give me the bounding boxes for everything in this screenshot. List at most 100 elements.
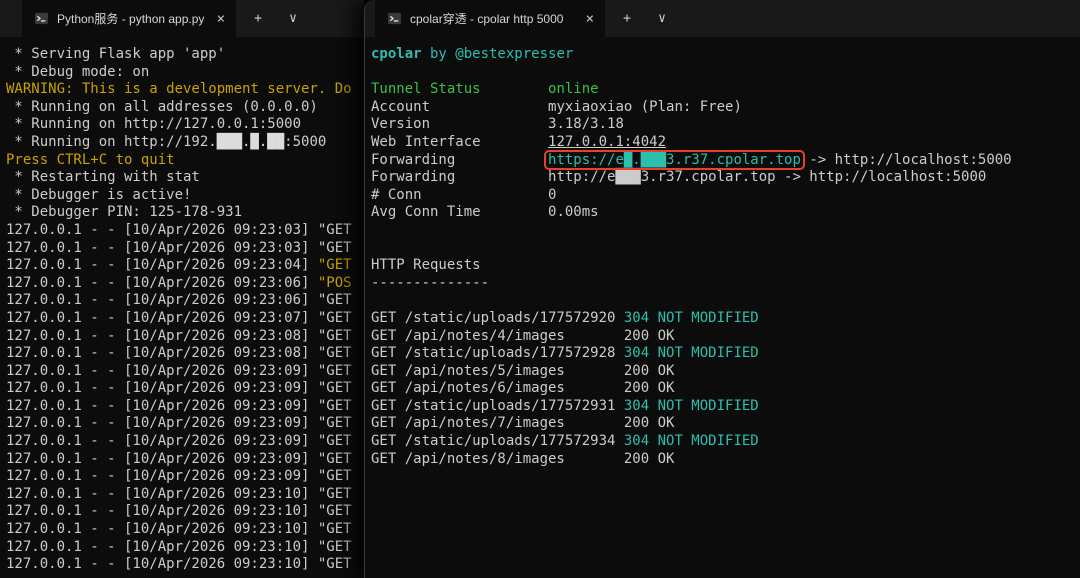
terminal-text: "POS xyxy=(317,274,352,291)
terminal-line: GET /api/notes/4/images 200 OK xyxy=(371,328,1080,346)
tab-dropdown-button[interactable]: ∨ xyxy=(649,0,675,37)
terminal-text: 3.18/3.18 xyxy=(548,116,624,133)
tab-dropdown-button[interactable]: ∨ xyxy=(280,0,306,37)
terminal-icon xyxy=(387,12,402,25)
terminal-line: * Debugger PIN: 125-178-931 xyxy=(6,204,364,222)
terminal-text: "GET xyxy=(317,415,352,432)
tab-python-server[interactable]: Python服务 - python app.py × xyxy=(22,0,236,37)
terminal-text: 200 OK xyxy=(623,415,675,432)
terminal-text: "GET xyxy=(317,257,352,274)
cpolar-terminal-window: cpolar穿透 - cpolar http 5000 × + ∨ cpolar… xyxy=(364,0,1080,578)
terminal-line: GET /api/notes/7/images 200 OK xyxy=(371,415,1080,433)
tab-close-icon[interactable]: × xyxy=(581,11,599,27)
terminal-text: -------------- xyxy=(371,274,490,291)
terminal-text: Version xyxy=(371,116,549,133)
terminal-line: 127.0.0.1 - - [10/Apr/2026 09:23:03] "GE… xyxy=(6,240,364,258)
terminal-line: 127.0.0.1 - - [10/Apr/2026 09:23:07] "GE… xyxy=(6,310,364,328)
flask-terminal-output[interactable]: * Serving Flask app 'app' * Debug mode: … xyxy=(0,37,364,578)
terminal-text: GET /api/notes/7/images xyxy=(371,415,624,432)
terminal-line: Press CTRL+C to quit xyxy=(6,152,364,170)
terminal-line: cpolar by @bestexpresser xyxy=(371,46,1080,64)
terminal-text: Account xyxy=(371,98,549,115)
terminal-text: cpolar xyxy=(371,46,422,62)
terminal-text: 127.0.0.1 - - [10/Apr/2026 09:23:04] xyxy=(6,257,318,274)
forwarding-url-http: http://e███3.r37.cpolar.top -> http://lo… xyxy=(548,169,987,186)
terminal-text: Forwarding xyxy=(371,151,549,168)
cpolar-terminal-output[interactable]: cpolar by @bestexpresser Tunnel Status on… xyxy=(365,37,1080,578)
terminal-text: HTTP Requests xyxy=(371,257,481,274)
terminal-text: "GET xyxy=(317,433,352,450)
terminal-line: * Running on all addresses (0.0.0.0) xyxy=(6,99,364,117)
terminal-line: * Restarting with stat xyxy=(6,169,364,187)
terminal-text: 127.0.0.1 - - [10/Apr/2026 09:23:09] xyxy=(6,450,318,467)
left-tab-bar: Python服务 - python app.py × + ∨ xyxy=(0,0,364,37)
terminal-line: -------------- xyxy=(371,275,1080,293)
terminal-text: "GET xyxy=(317,239,352,256)
terminal-text: * Restarting with stat xyxy=(6,169,200,186)
terminal-line: GET /static/uploads/177572931 304 NOT MO… xyxy=(371,398,1080,416)
terminal-line: 127.0.0.1 - - [10/Apr/2026 09:23:10] "GE… xyxy=(6,556,364,574)
terminal-text: 127.0.0.1 - - [10/Apr/2026 09:23:08] xyxy=(6,345,318,362)
forwarding-url-https: https://e█.███3.r37.cpolar.top xyxy=(548,151,801,168)
web-interface-address: 127.0.0.1:4042 xyxy=(548,133,667,150)
terminal-line: 127.0.0.1 - - [10/Apr/2026 09:23:10] "GE… xyxy=(6,486,364,504)
terminal-line: * Serving Flask app 'app' xyxy=(6,46,364,64)
terminal-line: 127.0.0.1 - - [10/Apr/2026 09:23:09] "GE… xyxy=(6,363,364,381)
terminal-line: 127.0.0.1 - - [10/Apr/2026 09:23:09] "GE… xyxy=(6,398,364,416)
terminal-text: "GET xyxy=(317,309,352,326)
terminal-text: 127.0.0.1 - - [10/Apr/2026 09:23:09] xyxy=(6,397,318,414)
terminal-line: Avg Conn Time 0.00ms xyxy=(371,204,1080,222)
terminal-text: -> http://localhost:5000 xyxy=(800,151,1012,168)
terminal-line: GET /static/uploads/177572928 304 NOT MO… xyxy=(371,345,1080,363)
terminal-text: 127.0.0.1 - - [10/Apr/2026 09:23:08] xyxy=(6,327,318,344)
terminal-text: GET /static/uploads/177572931 xyxy=(371,397,624,414)
terminal-text: 127.0.0.1 - - [10/Apr/2026 09:23:09] xyxy=(6,362,318,379)
terminal-text: * Running on all addresses (0.0.0.0) xyxy=(6,98,318,115)
terminal-line: GET /api/notes/8/images 200 OK xyxy=(371,451,1080,469)
terminal-text: "GET xyxy=(317,503,352,520)
terminal-line: 127.0.0.1 - - [10/Apr/2026 09:23:10] "GE… xyxy=(6,539,364,557)
right-tab-bar: cpolar穿透 - cpolar http 5000 × + ∨ xyxy=(365,0,1080,37)
tab-cpolar[interactable]: cpolar穿透 - cpolar http 5000 × xyxy=(375,0,605,37)
tab-close-icon[interactable]: × xyxy=(212,11,230,27)
terminal-text: 127.0.0.1 - - [10/Apr/2026 09:23:10] xyxy=(6,521,318,538)
terminal-line: * Debug mode: on xyxy=(6,64,364,82)
tab-title: cpolar穿透 - cpolar http 5000 xyxy=(410,12,564,26)
terminal-text: "GET xyxy=(317,397,352,414)
terminal-text: Forwarding xyxy=(371,169,549,186)
terminal-text: myxiaoxiao (Plan: Free) xyxy=(548,98,742,115)
terminal-text: 127.0.0.1 - - [10/Apr/2026 09:23:09] xyxy=(6,468,318,485)
terminal-line: 127.0.0.1 - - [10/Apr/2026 09:23:09] "GE… xyxy=(6,380,364,398)
terminal-text: 127.0.0.1 - - [10/Apr/2026 09:23:09] xyxy=(6,433,318,450)
terminal-text: GET /static/uploads/177572934 xyxy=(371,433,624,450)
terminal-text: 127.0.0.1 - - [10/Apr/2026 09:23:03] xyxy=(6,221,318,238)
terminal-text: 127.0.0.1 - - [10/Apr/2026 09:23:10] xyxy=(6,503,318,520)
terminal-line: 127.0.0.1 - - [10/Apr/2026 09:23:09] "GE… xyxy=(6,433,364,451)
terminal-line: 127.0.0.1 - - [10/Apr/2026 09:23:04] "GE… xyxy=(6,257,364,275)
terminal-text: GET /api/notes/8/images xyxy=(371,450,624,467)
terminal-line: Account myxiaoxiao (Plan: Free) xyxy=(371,99,1080,117)
terminal-line: 127.0.0.1 - - [10/Apr/2026 09:23:06] "PO… xyxy=(6,275,364,293)
terminal-text: Avg Conn Time xyxy=(371,204,549,221)
terminal-line: 127.0.0.1 - - [10/Apr/2026 09:23:09] "GE… xyxy=(6,415,364,433)
terminal-line: WARNING: This is a development server. D… xyxy=(6,81,364,99)
terminal-text: 200 OK xyxy=(623,450,675,467)
terminal-line: Forwarding https://e█.███3.r37.cpolar.to… xyxy=(371,152,1080,170)
terminal-line: * Debugger is active! xyxy=(6,187,364,205)
new-tab-button[interactable]: + xyxy=(614,0,640,37)
terminal-text: GET /api/notes/5/images xyxy=(371,362,624,379)
terminal-text: * Debugger PIN: 125-178-931 xyxy=(6,204,243,221)
terminal-line: GET /api/notes/6/images 200 OK xyxy=(371,380,1080,398)
terminal-text: 127.0.0.1 - - [10/Apr/2026 09:23:09] xyxy=(6,415,318,432)
terminal-text: "GET xyxy=(317,538,352,555)
terminal-line: GET /api/notes/5/images 200 OK xyxy=(371,363,1080,381)
terminal-text: ███.█.██ xyxy=(216,133,285,150)
terminal-line: * Running on http://192.███.█.██:5000 xyxy=(6,134,364,152)
terminal-text: 0.00ms xyxy=(548,204,599,221)
new-tab-button[interactable]: + xyxy=(245,0,271,37)
terminal-line: 127.0.0.1 - - [10/Apr/2026 09:23:08] "GE… xyxy=(6,345,364,363)
terminal-line: 127.0.0.1 - - [10/Apr/2026 09:23:08] "GE… xyxy=(6,328,364,346)
